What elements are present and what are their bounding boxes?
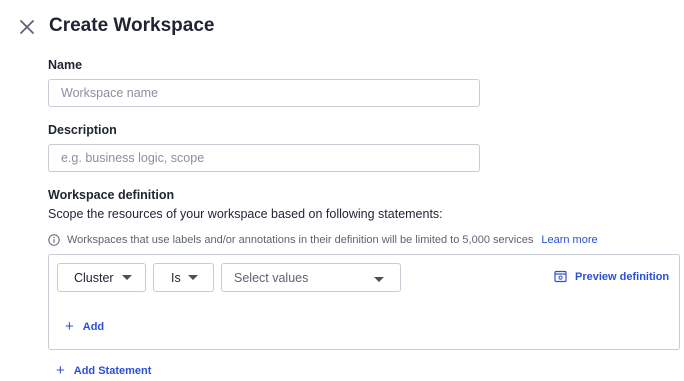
info-text: Workspaces that use labels and/or annota… — [67, 234, 534, 246]
header: Create Workspace — [0, 0, 684, 54]
values-select[interactable]: Select values — [221, 263, 401, 292]
preview-definition-label: Preview definition — [575, 270, 670, 283]
description-label: Description — [48, 123, 117, 137]
chevron-down-icon — [187, 275, 198, 280]
learn-more-link[interactable]: Learn more — [541, 234, 597, 246]
chevron-down-icon — [121, 275, 132, 280]
preview-definition-button[interactable]: Preview definition — [554, 270, 669, 283]
add-label: Add — [82, 320, 105, 333]
add-statement-button[interactable]: + Add Statement — [56, 363, 151, 378]
chevron-down-icon — [374, 277, 384, 282]
operator-select-value: Is — [171, 270, 181, 285]
operator-select[interactable]: Is — [153, 263, 214, 292]
add-button[interactable]: + Add — [65, 319, 104, 334]
info-message: Workspaces that use labels and/or annota… — [48, 232, 598, 248]
workspace-definition-label: Workspace definition — [48, 188, 175, 202]
description-input[interactable] — [48, 144, 480, 172]
resource-select-value: Cluster — [74, 270, 114, 285]
statement-box: Cluster Is Select values Preview definit… — [48, 254, 680, 350]
plus-icon: + — [56, 362, 65, 379]
plus-icon: + — [65, 318, 74, 335]
close-icon[interactable] — [17, 17, 37, 37]
preview-icon — [554, 270, 567, 283]
name-input[interactable] — [48, 79, 480, 107]
page-title: Create Workspace — [49, 15, 215, 36]
add-statement-label: Add Statement — [73, 364, 152, 377]
values-select-placeholder: Select values — [234, 270, 309, 285]
info-icon — [48, 234, 60, 246]
resource-select[interactable]: Cluster — [57, 263, 146, 292]
workspace-definition-subtitle: Scope the resources of your workspace ba… — [48, 207, 443, 221]
name-label: Name — [48, 58, 83, 72]
